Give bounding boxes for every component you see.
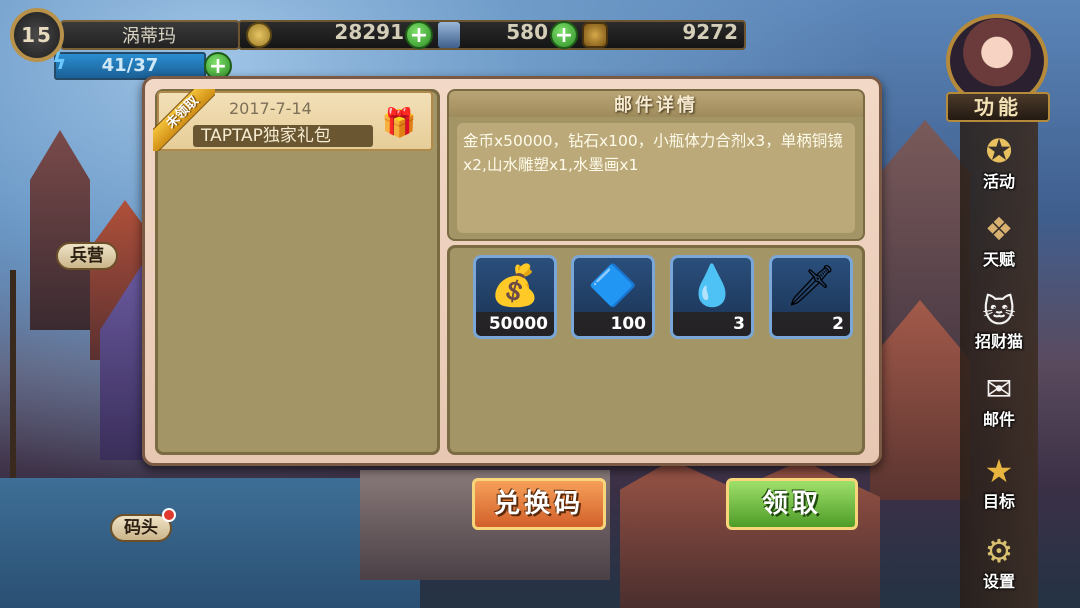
attachment-slot[interactable]: 🗡 2 <box>769 255 853 339</box>
crystal-emblem-icon: 🔷 <box>588 263 638 309</box>
barracks-tag[interactable]: 兵营 <box>56 242 118 270</box>
redeem-code-button[interactable]: 兑换码 <box>472 478 606 530</box>
attachment-quantity: 50000 <box>476 312 554 336</box>
lightning-icon: ϟ <box>52 50 67 75</box>
menu-item-talent[interactable]: ❖ 天赋 <box>958 206 1040 276</box>
menu-item-goal[interactable]: ★ 目标 <box>958 448 1040 518</box>
menu-item-lucky-cat[interactable]: 🐱 招财猫 <box>958 288 1040 358</box>
potion-flask-icon: 💧 <box>687 263 737 309</box>
unclaimed-ribbon: 未领取 <box>153 89 215 151</box>
menu-item-label: 邮件 <box>982 410 1015 429</box>
harbor-water <box>0 478 420 608</box>
castle-tower-left <box>30 130 90 330</box>
menu-item-label: 活动 <box>982 172 1015 191</box>
menu-item-label: 招财猫 <box>974 332 1023 351</box>
mail-title: TAPTAP独家礼包 <box>193 125 373 147</box>
diamond-amount: 580 <box>506 20 548 44</box>
claim-button[interactable]: 领取 <box>726 478 858 530</box>
dock-notification-dot <box>162 508 176 522</box>
add-diamond-button[interactable]: + <box>550 21 578 49</box>
menu-item-settings[interactable]: ⚙ 设置 <box>958 528 1040 598</box>
treasure-chest-icon: 💰 <box>490 263 540 309</box>
player-name: 涡蒂玛 <box>60 20 240 50</box>
attachment-quantity: 100 <box>574 312 652 336</box>
mail-panel: 未领取 2017-7-14 TAPTAP独家礼包 🎁 邮件详情 金币x50000… <box>142 76 882 466</box>
attachment-quantity: 3 <box>673 312 751 336</box>
function-menu-header[interactable]: 功能 <box>946 92 1050 122</box>
gold-coin-icon <box>246 22 272 48</box>
menu-item-activity[interactable]: ✪ 活动 <box>958 128 1040 198</box>
add-gold-button[interactable]: + <box>405 21 433 49</box>
mail-list-item[interactable]: 未领取 2017-7-14 TAPTAP独家礼包 🎁 <box>153 89 433 151</box>
gold-amount: 28291 <box>334 20 404 44</box>
mail-status-label: 未领取 <box>153 89 215 151</box>
menu-item-label: 天赋 <box>982 250 1015 269</box>
attachment-slot[interactable]: 🔷 100 <box>571 255 655 339</box>
gift-box-icon: 🎁 <box>381 106 417 139</box>
bronze-mirror-icon: 🗡 <box>785 263 837 309</box>
feather-medal-icon <box>582 22 608 48</box>
third-currency-amount: 9272 <box>682 20 738 44</box>
attachment-slot[interactable]: 💧 3 <box>670 255 754 339</box>
mail-detail-header: 邮件详情 <box>447 89 865 119</box>
diamond-icon <box>438 22 460 48</box>
menu-item-mail[interactable]: ✉ 邮件 <box>958 366 1040 436</box>
menu-item-label: 设置 <box>982 572 1015 591</box>
menu-item-label: 目标 <box>982 492 1015 511</box>
mail-detail-text: 金币x50000，钻石x100，小瓶体力合剂x3，单柄铜镜x2,山水雕塑x1,水… <box>463 132 843 174</box>
mail-date: 2017-7-14 <box>229 99 312 118</box>
attachment-quantity: 2 <box>772 312 850 336</box>
attachment-slot[interactable]: 💰 50000 <box>473 255 557 339</box>
